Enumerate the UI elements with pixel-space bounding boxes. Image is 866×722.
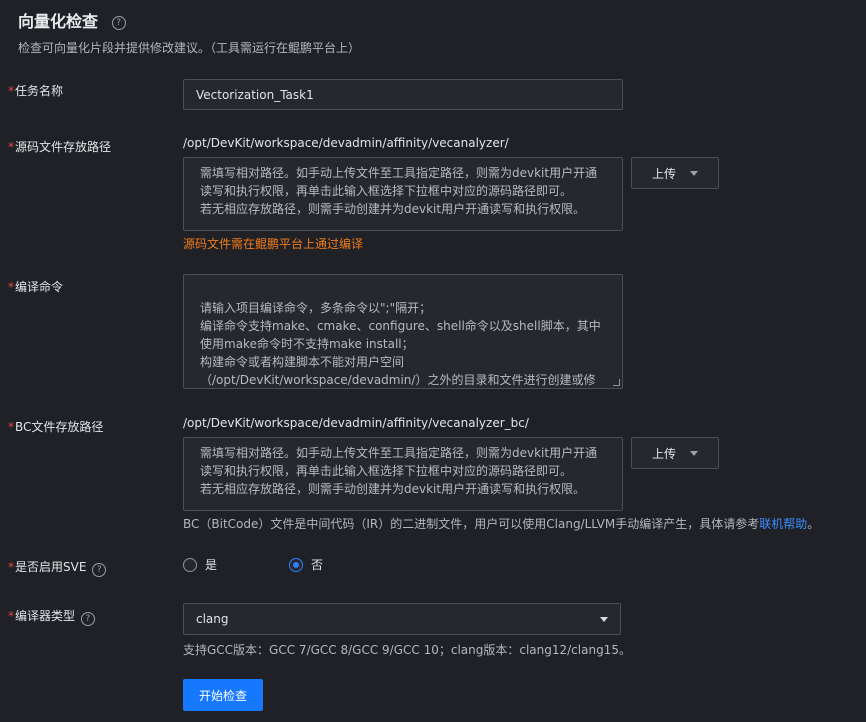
resize-handle-icon[interactable] — [613, 379, 620, 386]
compile-cmd-input[interactable]: 请输入项目编译命令，多条命令以";"隔开； 编译命令支持make、cmake、c… — [183, 274, 623, 389]
task-name-value: Vectorization_Task1 — [196, 87, 314, 102]
sve-label-text: 是否启用SVE — [15, 560, 87, 574]
task-name-input[interactable]: Vectorization_Task1 — [183, 79, 623, 110]
compiler-hint: 支持GCC版本：GCC 7/GCC 8/GCC 9/GCC 10；clang版本… — [183, 643, 631, 657]
task-name-label: *任务名称 — [8, 82, 63, 99]
start-check-button[interactable]: 开始检查 — [183, 679, 263, 711]
source-warning: 源码文件需在鲲鹏平台上通过编译 — [183, 237, 364, 251]
required-mark: * — [8, 609, 14, 623]
help-icon[interactable]: ? — [111, 16, 126, 30]
compiler-label-text: 编译器类型 — [15, 609, 76, 623]
help-icon[interactable]: ? — [92, 563, 107, 577]
compiler-label: *编译器类型 ? — [8, 607, 95, 626]
bc-upload-button[interactable]: 上传 — [631, 437, 719, 469]
source-path-input[interactable]: 需填写相对路径。如手动上传文件至工具指定路径，则需为devkit用户开通读写和执… — [183, 157, 623, 231]
bc-hint-text: BC（BitCode）文件是中间代码（IR）的二进制文件，用户可以使用Clang… — [183, 517, 760, 531]
chevron-down-icon — [690, 170, 698, 176]
compile-cmd-label-text: 编译命令 — [15, 280, 64, 294]
required-mark: * — [8, 280, 14, 294]
source-path-prefix: /opt/DevKit/workspace/devadmin/affinity/… — [183, 136, 509, 150]
bc-hint-end: 。 — [807, 517, 820, 531]
radio-checked-icon[interactable] — [289, 557, 303, 572]
compile-cmd-placeholder: 请输入项目编译命令，多条命令以";"隔开； 编译命令支持make、cmake、c… — [200, 301, 601, 387]
start-check-label: 开始检查 — [198, 688, 247, 703]
source-path-label-text: 源码文件存放路径 — [15, 140, 112, 154]
compiler-select[interactable]: clang — [183, 603, 621, 635]
page-title-text: 向量化检查 — [18, 12, 99, 31]
compiler-select-value: clang — [196, 612, 229, 626]
bc-upload-label: 上传 — [651, 446, 676, 461]
bc-path-prefix: /opt/DevKit/workspace/devadmin/affinity/… — [183, 416, 529, 430]
sve-label: *是否启用SVE ? — [8, 558, 107, 577]
chevron-down-icon — [600, 616, 608, 622]
page-title: 向量化检查 ? — [18, 8, 126, 32]
bc-hint: BC（BitCode）文件是中间代码（IR）的二进制文件，用户可以使用Clang… — [183, 515, 819, 532]
online-help-link[interactable]: 联机帮助 — [759, 517, 807, 531]
source-upload-button[interactable]: 上传 — [631, 157, 719, 189]
sve-option-yes-label: 是 — [205, 558, 218, 572]
task-name-label-text: 任务名称 — [15, 84, 64, 98]
required-mark: * — [8, 420, 14, 434]
chevron-down-icon — [690, 450, 698, 456]
compile-cmd-label: *编译命令 — [8, 278, 63, 295]
sve-option-yes[interactable]: 是 — [183, 556, 217, 573]
required-mark: * — [8, 84, 14, 98]
sve-option-no[interactable]: 否 — [289, 556, 323, 573]
required-mark: * — [8, 140, 14, 154]
source-path-label: *源码文件存放路径 — [8, 138, 111, 155]
required-mark: * — [8, 560, 14, 574]
help-icon[interactable]: ? — [80, 612, 95, 626]
source-upload-label: 上传 — [651, 166, 676, 181]
radio-unchecked-icon[interactable] — [183, 557, 197, 572]
bc-path-input[interactable]: 需填写相对路径。如手动上传文件至工具指定路径，则需为devkit用户开通读写和执… — [183, 437, 623, 511]
page-subtitle: 检查可向量化片段并提供修改建议。（工具需运行在鲲鹏平台上） — [18, 41, 361, 55]
bc-path-label: *BC文件存放路径 — [8, 418, 103, 435]
bc-path-label-text: BC文件存放路径 — [15, 420, 104, 434]
sve-option-no-label: 否 — [311, 558, 324, 572]
